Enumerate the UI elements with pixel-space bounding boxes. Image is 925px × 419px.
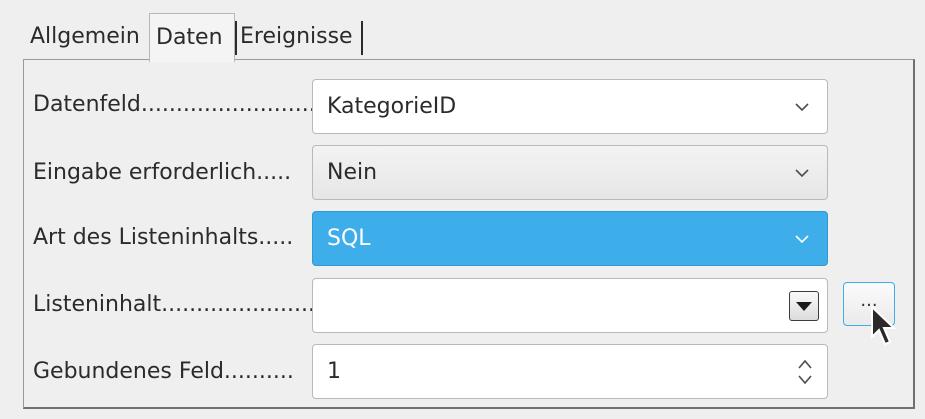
tab-allgemein[interactable]: Allgemein [24,13,149,60]
tab-ereignisse[interactable]: Ereignisse [235,21,363,55]
art-des-listeninhalts-value: SQL [327,226,371,251]
tab-daten[interactable]: Daten [149,13,235,62]
datenfeld-combobox[interactable]: KategorieID [312,79,828,134]
eingabe-erforderlich-combobox[interactable]: Nein [312,145,828,200]
spin-updown-icon[interactable] [795,356,815,388]
art-des-listeninhalts-label: Art des Listeninhalts..... [33,225,294,250]
listeninhalt-dropdown-button[interactable] [789,291,819,321]
eingabe-erforderlich-label: Eingabe erforderlich..... [33,160,292,185]
mouse-pointer-icon [871,305,897,346]
chevron-down-icon [795,235,809,244]
listeninhalt-label: Listeninhalt...................... [33,292,316,317]
chevron-down-icon [795,103,809,112]
tab-bar: Allgemein Daten Ereignisse [24,13,363,62]
dropdown-triangle-icon [796,302,812,311]
chevron-down-icon [795,169,809,178]
gebundenes-feld-spinbox[interactable]: 1 [312,344,828,399]
gebundenes-feld-value[interactable]: 1 [327,345,341,398]
art-des-listeninhalts-combobox[interactable]: SQL [312,211,828,266]
listeninhalt-combobox[interactable] [312,278,828,333]
datenfeld-label: Datenfeld.......................... [33,92,323,117]
gebundenes-feld-label: Gebundenes Feld.......... [33,359,294,384]
eingabe-erforderlich-value: Nein [327,160,378,185]
datenfeld-value: KategorieID [327,94,457,119]
